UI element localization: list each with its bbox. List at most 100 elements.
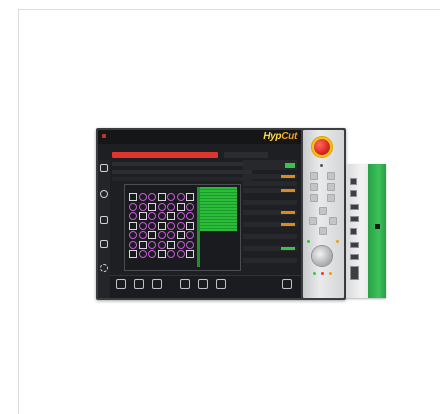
module-green-cover	[368, 164, 386, 298]
speed-indicator	[285, 163, 295, 168]
nested-part	[176, 202, 185, 211]
usb-port	[350, 242, 359, 248]
function-key[interactable]	[310, 172, 318, 180]
usb-port	[350, 216, 359, 222]
return-icon[interactable]	[282, 279, 292, 289]
param-row[interactable]	[243, 181, 297, 186]
arrow-left-key[interactable]	[309, 217, 317, 225]
nested-part	[176, 221, 185, 230]
module-button[interactable]	[375, 224, 380, 229]
function-key[interactable]	[327, 194, 335, 202]
param-row[interactable]	[243, 200, 297, 205]
ethernet-port	[350, 178, 357, 185]
nested-part	[167, 250, 175, 258]
nested-part	[157, 250, 166, 258]
power-led	[320, 164, 323, 167]
grid-icon[interactable]	[198, 279, 208, 289]
nested-part	[148, 202, 156, 211]
param-row[interactable]	[243, 174, 297, 179]
ethernet-port	[350, 190, 357, 197]
nested-parts	[129, 193, 197, 265]
nested-part	[138, 231, 147, 239]
nested-part	[138, 202, 147, 211]
nested-part	[186, 231, 194, 239]
function-key[interactable]	[327, 183, 335, 191]
jog-knob[interactable]	[312, 246, 332, 266]
param-value-bar	[281, 189, 295, 192]
hypcut-logo: HypCut	[263, 131, 297, 142]
param-value-bar	[281, 175, 295, 178]
nested-part	[176, 212, 185, 220]
param-header	[243, 160, 297, 170]
param-row[interactable]	[243, 246, 297, 251]
nested-part	[129, 202, 137, 211]
param-row[interactable]	[243, 222, 297, 227]
nested-part	[186, 193, 194, 201]
grid-icon[interactable]	[180, 279, 190, 289]
usb-port	[350, 254, 359, 260]
nested-part	[148, 193, 156, 201]
param-row[interactable]	[243, 234, 297, 239]
nested-part	[129, 221, 137, 230]
param-row[interactable]	[243, 258, 297, 263]
info-row	[112, 170, 252, 174]
nested-part	[138, 193, 147, 201]
nested-part	[167, 193, 175, 201]
screen-topbar: HypCut	[98, 130, 301, 144]
nested-part	[186, 250, 194, 258]
gauge-icon[interactable]	[100, 190, 108, 198]
nested-part	[167, 221, 175, 230]
start-led	[313, 272, 316, 275]
image-icon[interactable]	[100, 216, 108, 224]
nested-part	[176, 250, 185, 258]
arrow-up-key[interactable]	[319, 207, 327, 215]
param-row[interactable]	[243, 188, 297, 193]
function-key[interactable]	[327, 172, 335, 180]
arrow-right-key[interactable]	[329, 217, 337, 225]
gear-icon[interactable]	[100, 264, 108, 272]
ethernet-port	[350, 228, 357, 235]
alarm-banner[interactable]	[112, 152, 218, 158]
status-led-amber	[336, 240, 339, 243]
status-icon	[102, 134, 106, 138]
layers-icon[interactable]	[152, 279, 162, 289]
nested-part	[186, 202, 194, 211]
grid-icon[interactable]	[216, 279, 226, 289]
nested-part	[157, 212, 166, 220]
controller-device: HypCut	[96, 128, 346, 300]
plugin-icon[interactable]	[100, 240, 108, 248]
nested-part	[129, 250, 137, 258]
parameter-panel	[241, 160, 299, 270]
nested-part	[148, 221, 156, 230]
coordinate-row	[112, 177, 252, 181]
nested-part	[167, 240, 175, 249]
nested-part	[148, 212, 156, 220]
nested-part	[157, 221, 166, 230]
arrow-down-key[interactable]	[319, 227, 327, 235]
nested-part	[167, 212, 175, 220]
touch-screen[interactable]: HypCut	[98, 130, 301, 298]
function-key[interactable]	[310, 183, 318, 191]
status-led-green	[307, 240, 310, 243]
control-panel	[303, 130, 344, 298]
nested-part	[167, 231, 175, 239]
nested-part	[138, 221, 147, 230]
param-row[interactable]	[243, 210, 297, 215]
emergency-stop-button[interactable]	[314, 139, 330, 155]
nested-part	[138, 250, 147, 258]
usb-port	[350, 204, 359, 210]
nested-part	[176, 193, 185, 201]
grid-icon[interactable]	[116, 279, 126, 289]
sidebar	[98, 160, 110, 298]
camera-icon[interactable]	[100, 164, 108, 172]
param-value-bar	[281, 247, 295, 250]
nesting-canvas[interactable]	[124, 184, 241, 271]
pause-led	[329, 272, 332, 275]
toolbar-row	[112, 162, 252, 166]
nested-part	[186, 221, 194, 230]
function-key[interactable]	[310, 194, 318, 202]
nested-part	[157, 240, 166, 249]
grid-icon[interactable]	[134, 279, 144, 289]
emergency-stop-ring	[311, 136, 333, 158]
nested-part	[138, 212, 147, 220]
